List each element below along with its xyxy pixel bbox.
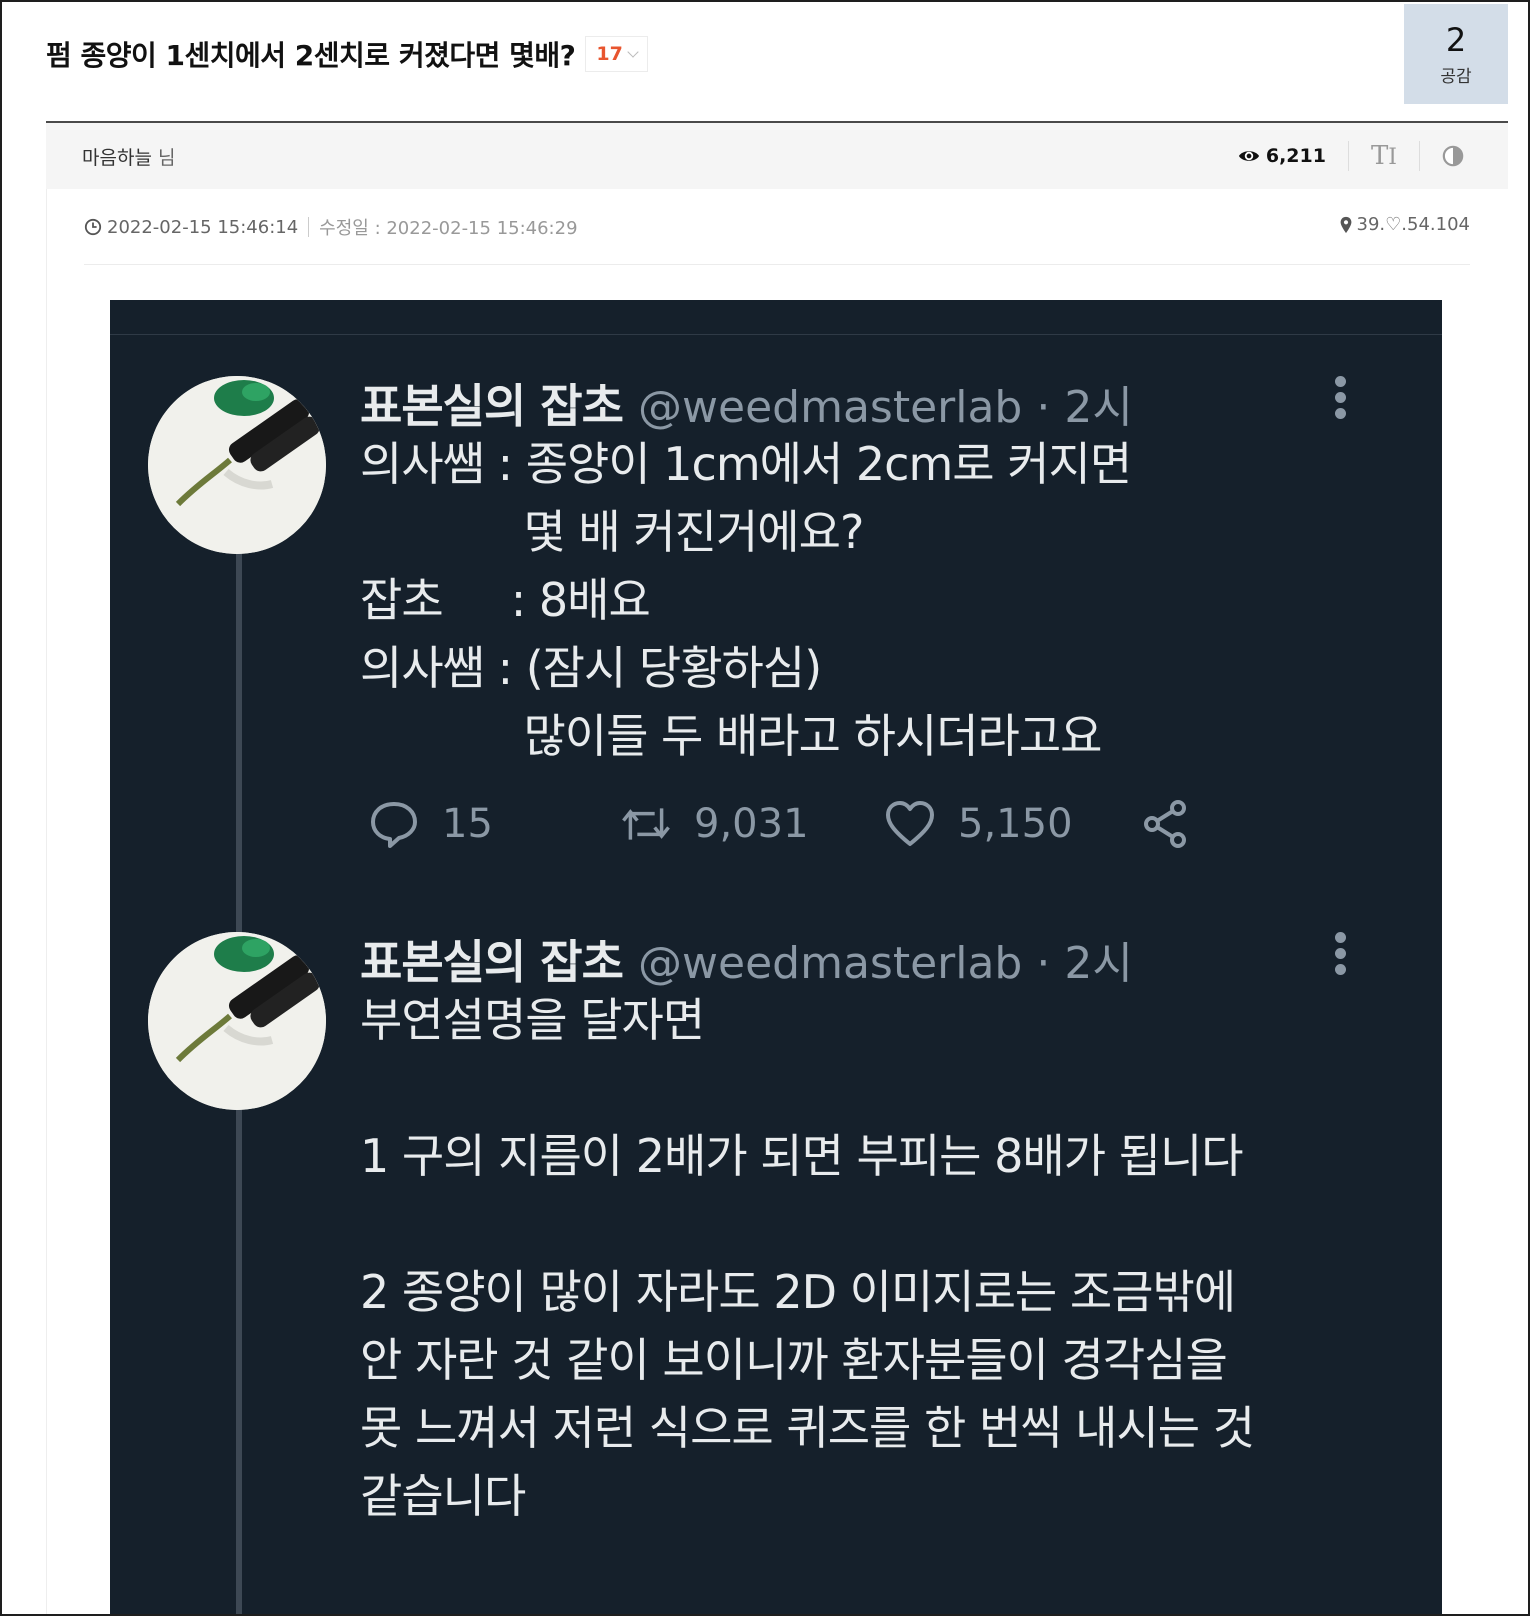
- post-dates: 2022-02-15 15:46:14 수정일 : 2022-02-15 15:…: [84, 214, 1470, 242]
- more-icon: [1335, 932, 1347, 976]
- avatar: [148, 376, 326, 554]
- avatar: [148, 932, 326, 1110]
- author[interactable]: 마음하늘 님: [82, 143, 175, 170]
- tweet-header: 표본실의 잡초 @weedmasterlab · 2시: [360, 370, 1133, 436]
- author-name: 마음하늘: [82, 147, 152, 169]
- meta-tools: 6,211 TI: [1238, 139, 1464, 173]
- retweet-icon: [622, 808, 670, 840]
- content-border: [46, 189, 47, 1614]
- edited-date: 수정일 : 2022-02-15 15:46:29: [319, 218, 578, 239]
- tweet-screenshot: 표본실의 잡초 @weedmasterlab · 2시 의사쌤 : 종양이 1c…: [110, 300, 1442, 1614]
- retweet-action: 9,031: [620, 794, 809, 854]
- date-info: 2022-02-15 15:46:14 수정일 : 2022-02-15 15:…: [84, 214, 578, 240]
- ip-address: 39.♡.54.104: [1356, 214, 1470, 235]
- divider: [1347, 141, 1349, 171]
- reply-icon: [371, 802, 417, 848]
- font-size-icon[interactable]: TI: [1371, 141, 1397, 171]
- chevron-down-icon: [627, 46, 639, 58]
- like-label: 공감: [1440, 66, 1472, 87]
- reply-action: 15: [368, 794, 493, 854]
- retweet-count: 9,031: [694, 801, 809, 847]
- view-count: 6,211: [1238, 145, 1326, 167]
- post-meta-bar: 마음하늘 님 6,211 TI: [46, 123, 1508, 189]
- tweet-actions: 15 9,031 5,150: [368, 794, 1218, 854]
- dates-divider: [84, 264, 1470, 265]
- share-icon: [1144, 800, 1186, 848]
- comment-count: 17: [596, 43, 623, 65]
- tweet-header: 표본실의 잡초 @weedmasterlab · 2시: [360, 926, 1133, 992]
- post-header: 펌 종양이 1센치에서 2센치로 커졌다면 몇배? 17: [46, 32, 648, 76]
- author-suffix: 님: [157, 147, 176, 169]
- reply-count: 15: [442, 801, 493, 847]
- posted-date: 2022-02-15 15:46:14: [107, 216, 299, 238]
- tweet-author-name: 표본실의 잡초: [360, 379, 624, 433]
- like-action: 5,150: [884, 794, 1073, 854]
- contrast-icon[interactable]: [1442, 145, 1464, 167]
- tweet-author-name: 표본실의 잡초: [360, 935, 624, 989]
- tweet-body: 의사쌤 : 종양이 1cm에서 2cm로 커지면 몇 배 커진거에요? 잡초 :…: [360, 437, 1132, 763]
- ip-info: 39.♡.54.104: [1339, 214, 1470, 235]
- like-count-tweet: 5,150: [958, 801, 1073, 847]
- tweet-author-handle: @weedmasterlab · 2시: [638, 938, 1133, 989]
- divider: [308, 217, 310, 237]
- eye-icon: [1238, 151, 1259, 161]
- more-icon: [1335, 376, 1347, 420]
- view-count-value: 6,211: [1265, 145, 1326, 167]
- divider: [1419, 141, 1420, 171]
- divider: [110, 334, 1442, 335]
- pin-icon: [1340, 216, 1351, 233]
- page-frame: 펌 종양이 1센치에서 2센치로 커졌다면 몇배? 17 2 공감 마음하늘 님…: [0, 0, 1530, 1616]
- share-action: [1140, 794, 1192, 854]
- tweet-author-handle: @weedmasterlab · 2시: [638, 382, 1133, 433]
- like-count: 2: [1445, 20, 1467, 59]
- like-button[interactable]: 2 공감: [1404, 4, 1508, 104]
- comment-count-badge[interactable]: 17: [585, 36, 648, 72]
- clock-icon: [84, 218, 102, 236]
- post-title: 펌 종양이 1센치에서 2센치로 커졌다면 몇배?: [46, 39, 576, 72]
- heart-icon: [886, 801, 934, 846]
- tweet-body: 부연설명을 달자면 1 구의 지름이 2배가 되면 부피는 8배가 됩니다 2 …: [360, 993, 1255, 1523]
